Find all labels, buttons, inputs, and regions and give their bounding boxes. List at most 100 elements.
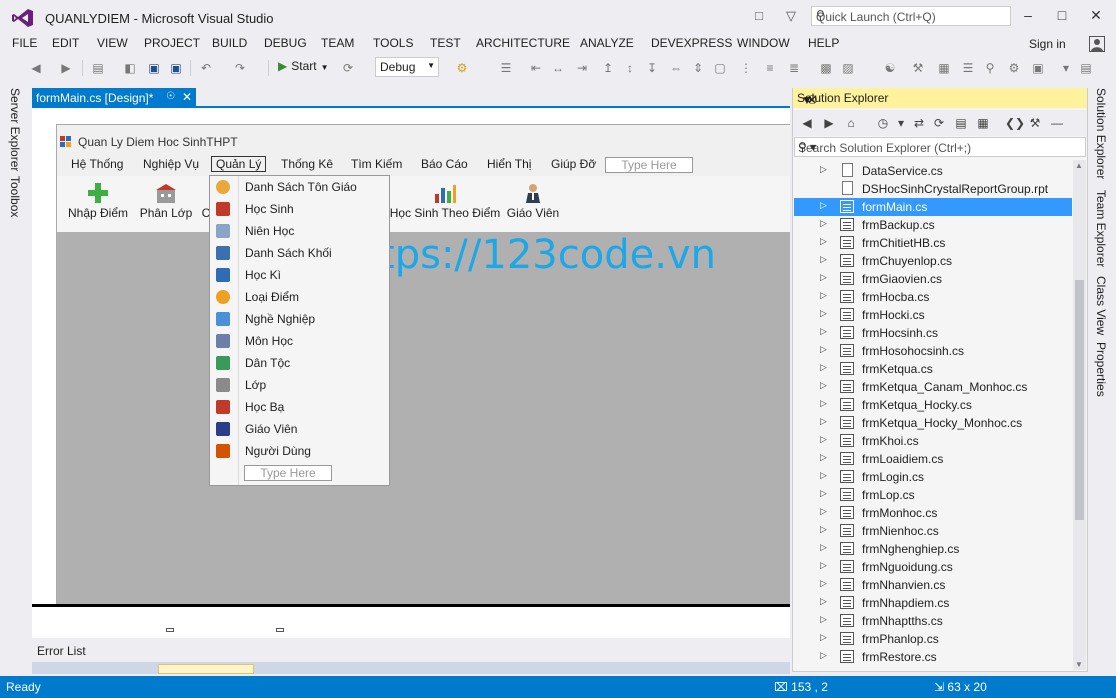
layout-icon[interactable]: ▤ xyxy=(1078,60,1094,76)
send-back-icon[interactable]: ▨ xyxy=(840,60,856,76)
form-menu-he-thong[interactable]: Hệ Thống xyxy=(71,157,123,171)
hoc-sinh-theo-diem-button[interactable]: Học Sinh Theo Điểm xyxy=(389,176,501,232)
same-height-icon[interactable]: ⇕ xyxy=(690,60,706,76)
expand-arrow-icon[interactable]: ▷ xyxy=(820,326,827,337)
same-width-icon[interactable]: ⇔ xyxy=(668,60,684,76)
tree-row[interactable]: ▷ frmNghenghiep.cs xyxy=(794,540,1072,558)
form-menu-quan-ly[interactable]: Quản Lý xyxy=(211,156,267,172)
expand-arrow-icon[interactable]: ▷ xyxy=(820,542,827,553)
properties-wrench-icon[interactable]: ⚒ xyxy=(1027,115,1043,131)
show-all-files-icon[interactable]: ▦ xyxy=(975,115,991,131)
menu-tools[interactable]: TOOLS xyxy=(373,36,413,50)
close-icon[interactable]: ✕ xyxy=(182,90,192,104)
solution-explorer-tab[interactable]: Solution Explorer xyxy=(1094,88,1108,179)
align-right-icon[interactable]: ⇥ xyxy=(574,60,590,76)
team-explorer-tab[interactable]: Team Explorer xyxy=(1094,190,1108,267)
tree-row[interactable]: ▷ frmNguoidung.cs xyxy=(794,558,1072,576)
grid-icon[interactable]: ▦ xyxy=(936,60,952,76)
properties-tab[interactable]: Properties xyxy=(1094,342,1108,397)
close-button[interactable]: ✕ xyxy=(1084,6,1108,24)
tree-row[interactable]: ▷ frmChitietHB.cs xyxy=(794,234,1072,252)
quick-launch-box[interactable]: Quick Launch (Ctrl+Q) ⚲ xyxy=(811,6,1011,26)
expand-arrow-icon[interactable]: ▷ xyxy=(820,452,827,463)
sync-icon[interactable]: ⇄ xyxy=(911,115,927,131)
minimize-button[interactable]: – xyxy=(1016,6,1040,24)
menu-edit[interactable]: EDIT xyxy=(52,36,79,50)
expand-arrow-icon[interactable]: ▷ xyxy=(820,164,827,175)
tree-row[interactable]: ▷ frmRestore.cs xyxy=(794,648,1072,666)
chevron-down-icon[interactable]: ▾ xyxy=(893,115,909,131)
clr-icon[interactable]: ▣ xyxy=(1030,60,1046,76)
tree-row[interactable]: ▷ frmPhanlop.cs xyxy=(794,630,1072,648)
tree-row-formmain[interactable]: ▷ formMain.cs xyxy=(794,198,1072,216)
spacing-increase-icon[interactable]: ≣ xyxy=(786,60,802,76)
toolbox-tab[interactable]: Toolbox xyxy=(8,176,22,217)
tree-row[interactable]: ▷ frmKhoi.cs xyxy=(794,432,1072,450)
home-icon[interactable]: ⌂ xyxy=(843,115,859,131)
same-size-icon[interactable]: ▢ xyxy=(712,60,728,76)
user-account-icon[interactable] xyxy=(1089,36,1105,52)
tree-row-report[interactable]: DSHocSinhCrystalReportGroup.rpt xyxy=(794,180,1072,198)
error-list-tab[interactable] xyxy=(158,664,254,674)
filter-icon[interactable]: ▽ xyxy=(782,8,800,24)
dropdown-item-giao-vien[interactable]: Giáo Viên xyxy=(210,418,389,440)
menu-analyze[interactable]: ANALYZE xyxy=(580,36,634,50)
refresh-icon[interactable]: ⟳ xyxy=(931,115,947,131)
menu-build[interactable]: BUILD xyxy=(212,36,247,50)
refresh-icon[interactable]: ⟳ xyxy=(340,60,356,76)
binoculars-icon[interactable]: ☯ xyxy=(882,60,898,76)
tree-row[interactable]: ▷ frmKetqua_Hocky.cs xyxy=(794,396,1072,414)
tree-row[interactable]: ▷ frmHosohocsinh.cs xyxy=(794,342,1072,360)
tree-row[interactable]: ▷ frmMonhoc.cs xyxy=(794,504,1072,522)
menu-devexpress[interactable]: DEVEXPRESS xyxy=(651,36,732,50)
expand-arrow-icon[interactable]: ▷ xyxy=(820,218,827,229)
tree-row[interactable]: ▷ frmBackup.cs xyxy=(794,216,1072,234)
expand-arrow-icon[interactable]: ▷ xyxy=(820,650,827,661)
expand-arrow-icon[interactable]: ▷ xyxy=(820,380,827,391)
menu-test[interactable]: TEST xyxy=(430,36,461,50)
save-icon[interactable]: ▣ xyxy=(146,60,162,76)
align-bottom-icon[interactable]: ↧ xyxy=(644,60,660,76)
dropdown-item-nien-hoc[interactable]: Niên Học xyxy=(210,220,389,242)
server-explorer-tab[interactable]: Server Explorer xyxy=(8,88,22,171)
solution-search-input[interactable]: Search Solution Explorer (Ctrl+;) ⚲ ▾ xyxy=(794,137,1086,157)
tree-row[interactable]: ▷ frmNhapdiem.cs xyxy=(794,594,1072,612)
dropdown-item-dan-toc[interactable]: Dân Tộc xyxy=(210,352,389,374)
form-menu-nghiep-vu[interactable]: Nghiệp Vụ xyxy=(143,157,199,171)
expand-arrow-icon[interactable]: ▷ xyxy=(820,416,827,427)
forward-icon[interactable]: ▶ xyxy=(58,60,74,76)
start-button[interactable]: ▶ Start ▼ xyxy=(278,59,329,73)
expand-arrow-icon[interactable]: ▷ xyxy=(820,272,827,283)
history-icon[interactable]: ◷ xyxy=(875,115,891,131)
tree-row[interactable]: ▷ frmLogin.cs xyxy=(794,468,1072,486)
expand-arrow-icon[interactable]: ▷ xyxy=(820,434,827,445)
expand-arrow-icon[interactable]: ▷ xyxy=(820,344,827,355)
expand-arrow-icon[interactable]: ▷ xyxy=(820,200,827,211)
form-menu-type-here[interactable]: Type Here xyxy=(605,157,693,173)
phan-lop-button[interactable]: Phân Lớp xyxy=(137,176,195,232)
tree-row[interactable]: ▷ frmLop.cs xyxy=(794,486,1072,504)
form-menu-bao-cao[interactable]: Báo Cáo xyxy=(421,157,468,171)
back-icon[interactable]: ◀ xyxy=(28,60,44,76)
collapse-all-icon[interactable]: ▤ xyxy=(953,115,969,131)
align-center-icon[interactable]: ↔ xyxy=(550,60,566,76)
dropdown-item-loai-diem[interactable]: Loại Điểm xyxy=(210,286,389,308)
scroll-up-icon[interactable]: ▲ xyxy=(1075,161,1083,170)
expand-arrow-icon[interactable]: ▷ xyxy=(820,308,827,319)
dropdown-item-nghe-nghiep[interactable]: Nghề Nghiệp xyxy=(210,308,389,330)
expand-arrow-icon[interactable]: ▷ xyxy=(820,236,827,247)
form-menu-tim-kiem[interactable]: Tìm Kiếm xyxy=(351,157,402,171)
undo-icon[interactable]: ↶ xyxy=(198,60,214,76)
tools-icon[interactable]: ⚒ xyxy=(910,60,926,76)
nhap-diem-button[interactable]: Nhập Điểm xyxy=(65,176,131,232)
dropdown-item-nguoi-dung[interactable]: Người Dùng xyxy=(210,440,389,462)
find-icon[interactable]: ⚙ xyxy=(454,60,470,76)
back-icon[interactable]: ◀ xyxy=(799,115,815,131)
redo-icon[interactable]: ↷ xyxy=(232,60,248,76)
expand-arrow-icon[interactable]: ▷ xyxy=(820,506,827,517)
bring-front-icon[interactable]: ▩ xyxy=(818,60,834,76)
dropdown-item-hoc-ki[interactable]: Học Kì xyxy=(210,264,389,286)
align-left-icon[interactable]: ⇤ xyxy=(528,60,544,76)
menu-view[interactable]: VIEW xyxy=(97,36,128,50)
expand-arrow-icon[interactable]: ▷ xyxy=(820,524,827,535)
